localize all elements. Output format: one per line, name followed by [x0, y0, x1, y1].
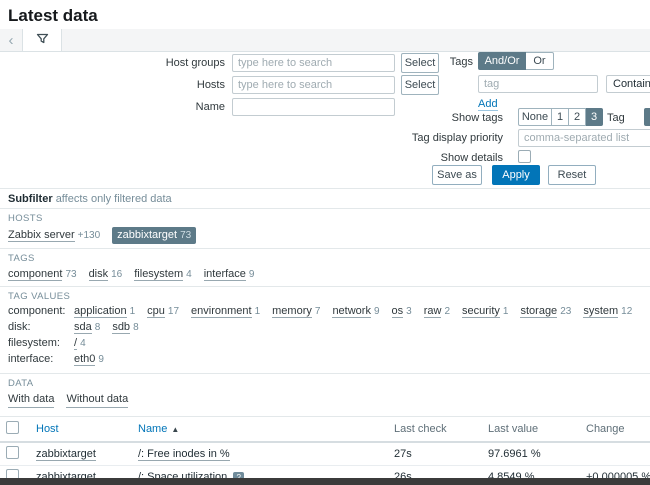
show-tags-label: Show tags — [380, 109, 503, 127]
tag-value-group-name: interface: — [8, 353, 74, 366]
tags-heading: TAGS — [8, 253, 642, 264]
tag-value-item[interactable]: raw2 — [424, 305, 450, 318]
tag-input[interactable] — [478, 75, 598, 93]
column-header-host[interactable]: Host — [30, 417, 132, 443]
latest-data-page: Latest data ‹ Host groups Select Hosts S… — [0, 0, 650, 485]
tag-display-priority-label: Tag display priority — [380, 129, 503, 147]
data-heading: DATA — [8, 378, 642, 389]
show-tags-segment: None 1 2 3 — [518, 108, 603, 126]
subfilter-tag-item[interactable]: interface9 — [204, 267, 255, 282]
host-groups-label: Host groups — [0, 54, 225, 72]
host-link[interactable]: zabbixtarget — [36, 448, 96, 461]
tag-value-group-name: disk: — [8, 321, 74, 334]
tag-display-priority-input[interactable] — [518, 129, 650, 147]
column-header-name[interactable]: Name▲ — [132, 417, 388, 443]
tag-value-item[interactable]: eth09 — [74, 353, 104, 366]
subfilter-host-item[interactable]: Zabbix server+130 — [8, 228, 100, 243]
show-tags-1[interactable]: 1 — [552, 108, 569, 126]
tag-value-item[interactable]: sda8 — [74, 321, 100, 334]
tag-value-group-name: component: — [8, 305, 74, 318]
subfilter-tags-section: TAGS component73 disk16 filesystem4 inte… — [0, 248, 650, 286]
select-all-checkbox[interactable] — [6, 421, 19, 434]
table-header-row: Host Name▲ Last check Last value Change — [0, 417, 650, 443]
show-tags-none[interactable]: None — [518, 108, 552, 126]
funnel-icon — [36, 32, 49, 48]
subfilter-data-section: DATA With data Without data — [0, 373, 650, 412]
last-value: 97.6961 % — [482, 442, 580, 466]
tag-value-item[interactable]: network9 — [332, 305, 379, 318]
last-check-value: 27s — [388, 442, 482, 466]
name-input[interactable] — [232, 98, 395, 116]
show-tags-2[interactable]: 2 — [569, 108, 586, 126]
tag-value-item[interactable]: system12 — [583, 305, 632, 318]
without-data-link[interactable]: Without data — [66, 392, 128, 408]
filter-form: Host groups Select Hosts Select Name Tag… — [0, 52, 650, 188]
tags-operator-segment: And/Or Or — [478, 52, 554, 70]
chevron-left-icon: ‹ — [9, 32, 14, 49]
reset-button[interactable]: Reset — [548, 165, 596, 185]
tag-value-group: component: application1 cpu17 environmen… — [8, 305, 642, 318]
show-details-checkbox[interactable] — [518, 150, 531, 163]
tag-value-group-name: filesystem: — [8, 337, 74, 350]
show-tags-3[interactable]: 3 — [586, 108, 603, 126]
subfilter-tag-values-section: TAG VALUES component: application1 cpu17… — [0, 286, 650, 373]
tag-values-heading: TAG VALUES — [8, 291, 642, 302]
subfilter-host-item-selected[interactable]: zabbixtarget73 — [112, 227, 196, 244]
subfilter-title: Subfilter — [8, 193, 53, 205]
bottom-bar — [0, 478, 650, 485]
tag-value-group: filesystem: /4 — [8, 337, 642, 350]
host-link: zabbixtarget — [117, 228, 177, 243]
tag-value-item[interactable]: memory7 — [272, 305, 320, 318]
hosts-label: Hosts — [0, 76, 225, 94]
tags-operator-andor[interactable]: And/Or — [478, 52, 526, 70]
host-count: +130 — [78, 230, 101, 241]
tag-value-item[interactable]: environment1 — [191, 305, 260, 318]
column-header-last-check: Last check — [388, 417, 482, 443]
tag-value-item[interactable]: storage23 — [520, 305, 571, 318]
tag-value-group: interface: eth09 — [8, 353, 642, 366]
latest-data-table: Host Name▲ Last check Last value Change … — [0, 416, 650, 485]
change-value — [580, 442, 650, 466]
host-count: 73 — [180, 228, 191, 243]
subfilter-subtitle: affects only filtered data — [56, 193, 172, 205]
host-groups-input[interactable] — [232, 54, 395, 72]
item-name-link[interactable]: /: Free inodes in % — [138, 448, 230, 461]
hosts-heading: HOSTS — [8, 213, 642, 224]
tag-value-item[interactable]: /4 — [74, 337, 86, 350]
column-header-change: Change — [580, 417, 650, 443]
subfilter-header: Subfilter affects only filtered data — [0, 188, 650, 208]
name-label: Name — [0, 98, 225, 116]
hosts-select-button[interactable]: Select — [401, 75, 439, 95]
sort-asc-icon: ▲ — [171, 425, 179, 434]
apply-button[interactable]: Apply — [492, 165, 540, 185]
subfilter-tag-item[interactable]: filesystem4 — [134, 267, 191, 282]
subfilter-tag-item[interactable]: disk16 — [89, 267, 123, 282]
tag-operator-select[interactable]: Contains — [606, 75, 650, 93]
tag-name-option-partial[interactable] — [644, 108, 650, 126]
filter-tabstrip: ‹ — [0, 29, 650, 52]
page-title: Latest data — [0, 0, 650, 29]
host-link[interactable]: Zabbix server — [8, 229, 75, 242]
tags-operator-or[interactable]: Or — [526, 52, 554, 70]
tag-value-group: disk: sda8 sdb8 — [8, 321, 642, 334]
row-checkbox[interactable] — [6, 446, 19, 459]
tag-operator-value: Contains — [613, 78, 650, 90]
hosts-input[interactable] — [232, 76, 395, 94]
tag-value-item[interactable]: security1 — [462, 305, 508, 318]
table-row: zabbixtarget /: Free inodes in % 27s 97.… — [0, 442, 650, 466]
collapse-filter-button[interactable]: ‹ — [0, 29, 22, 51]
tag-value-item[interactable]: application1 — [74, 305, 135, 318]
save-as-button[interactable]: Save as — [432, 165, 482, 185]
tag-value-item[interactable]: cpu17 — [147, 305, 179, 318]
subfilter-hosts-section: HOSTS Zabbix server+130 zabbixtarget73 — [0, 208, 650, 248]
tag-value-item[interactable]: os3 — [392, 305, 412, 318]
tag-value-item[interactable]: sdb8 — [112, 321, 138, 334]
with-data-link[interactable]: With data — [8, 392, 54, 408]
column-header-last-value: Last value — [482, 417, 580, 443]
tab-filter[interactable] — [22, 29, 62, 51]
tags-label: Tags — [380, 53, 473, 71]
subfilter-tag-item[interactable]: component73 — [8, 267, 77, 282]
